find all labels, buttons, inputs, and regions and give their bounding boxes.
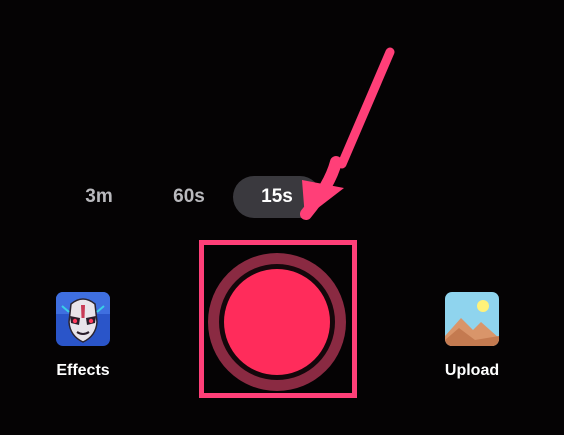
arrow-pointer-icon: [300, 47, 395, 220]
camera-screen: 3m 60s 15s Effects Upload: [0, 0, 564, 435]
